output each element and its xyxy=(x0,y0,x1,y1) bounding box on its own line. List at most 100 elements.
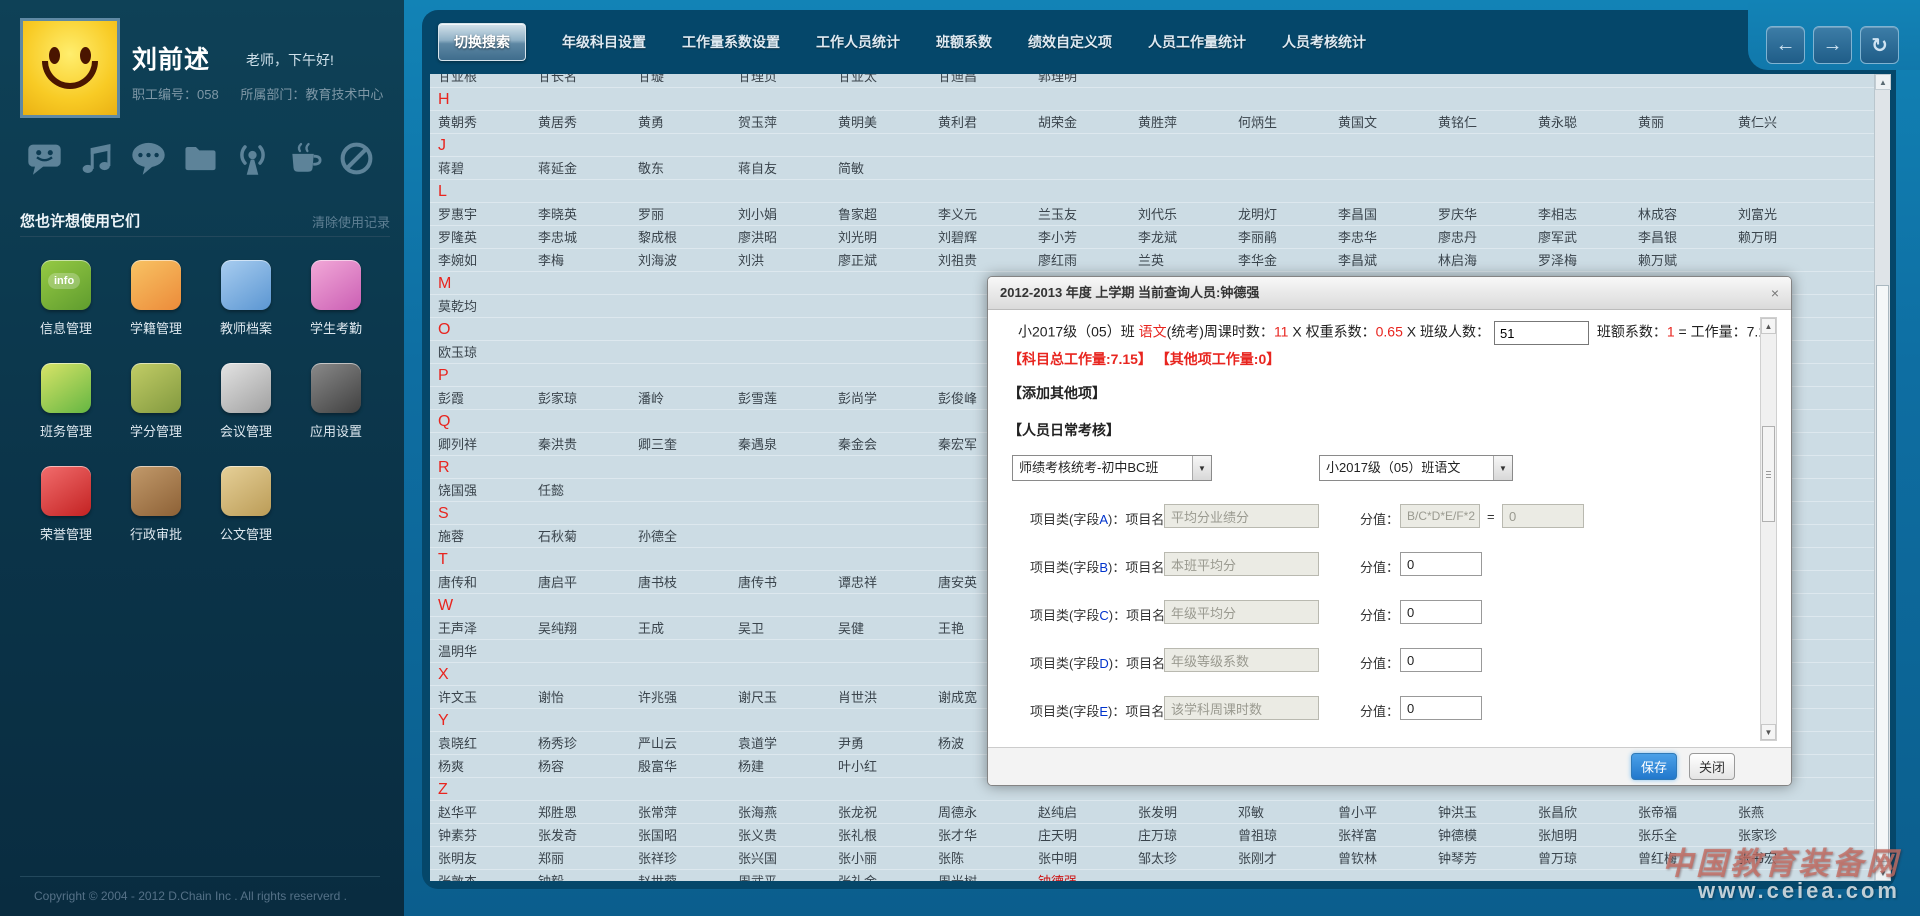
staff-name[interactable]: 施蓉 xyxy=(438,525,464,548)
staff-name[interactable]: 张兴国 xyxy=(738,847,777,870)
staff-name[interactable]: 鲁家超 xyxy=(838,203,877,226)
staff-name[interactable]: 彭俊峰 xyxy=(938,387,977,410)
staff-name[interactable]: 谢怡 xyxy=(538,686,564,709)
staff-name[interactable]: 张发明 xyxy=(1138,801,1177,824)
app-tile-荣誉管理[interactable] xyxy=(41,466,91,516)
tab-工作人员统计[interactable]: 工作人员统计 xyxy=(816,32,900,52)
save-button[interactable]: 保存 xyxy=(1631,753,1677,780)
staff-name[interactable]: 谭忠祥 xyxy=(838,571,877,594)
score-value-input[interactable] xyxy=(1400,696,1482,720)
staff-name[interactable]: 甘璇 xyxy=(638,74,664,88)
staff-name[interactable]: 李忠城 xyxy=(538,226,577,249)
staff-name[interactable]: 尹勇 xyxy=(838,732,864,755)
staff-name[interactable]: 黄国文 xyxy=(1338,111,1377,134)
staff-name[interactable]: 钟素芬 xyxy=(438,824,477,847)
staff-name[interactable]: 贺玉萍 xyxy=(738,111,777,134)
staff-name[interactable]: 杨爽 xyxy=(438,755,464,778)
staff-name[interactable]: 许兆强 xyxy=(638,686,677,709)
staff-name[interactable]: 庄万琼 xyxy=(1138,824,1177,847)
app-label[interactable]: 应用设置 xyxy=(288,421,384,440)
staff-name[interactable]: 曾万琼 xyxy=(1538,847,1577,870)
staff-name[interactable]: 刘海波 xyxy=(638,249,677,272)
staff-name[interactable]: 张燕 xyxy=(1738,801,1764,824)
staff-name[interactable]: 秦遇泉 xyxy=(738,433,777,456)
folder-icon[interactable] xyxy=(182,140,219,177)
staff-name[interactable]: 杨波 xyxy=(938,732,964,755)
app-label[interactable]: 信息管理 xyxy=(18,318,114,337)
staff-name[interactable]: 黄胜萍 xyxy=(1138,111,1177,134)
staff-name[interactable]: 李忠华 xyxy=(1338,226,1377,249)
app-label[interactable]: 公文管理 xyxy=(198,524,294,543)
staff-name[interactable]: 唐传和 xyxy=(438,571,477,594)
staff-name[interactable]: 钟德强 xyxy=(1038,870,1077,881)
staff-name[interactable]: 李丽鹃 xyxy=(1238,226,1277,249)
staff-name[interactable]: 秦宏军 xyxy=(938,433,977,456)
staff-name[interactable]: 石秋菊 xyxy=(538,525,577,548)
staff-name[interactable]: 潘岭 xyxy=(638,387,664,410)
app-tile-班务管理[interactable] xyxy=(41,363,91,413)
modal-scrollbar[interactable]: ▲ ▼ xyxy=(1760,317,1777,741)
staff-name[interactable]: 简敏 xyxy=(838,157,864,180)
app-label[interactable]: 学分管理 xyxy=(108,421,204,440)
staff-name[interactable]: 刘洪 xyxy=(738,249,764,272)
staff-name[interactable]: 刘小娟 xyxy=(738,203,777,226)
app-tile-公文管理[interactable] xyxy=(221,466,271,516)
staff-name[interactable]: 曾红梅 xyxy=(1638,847,1677,870)
close-button[interactable]: 关闭 xyxy=(1689,753,1735,780)
staff-name[interactable]: 谢尺玉 xyxy=(738,686,777,709)
staff-name[interactable]: 张海燕 xyxy=(738,801,777,824)
staff-name[interactable]: 蒋延金 xyxy=(538,157,577,180)
staff-name[interactable]: 胡荣金 xyxy=(1038,111,1077,134)
staff-name[interactable]: 黄居秀 xyxy=(538,111,577,134)
staff-name[interactable]: 张祥珍 xyxy=(638,847,677,870)
back-button[interactable]: ← xyxy=(1766,26,1805,64)
staff-name[interactable]: 甘长名 xyxy=(538,74,577,88)
app-tile-学分管理[interactable] xyxy=(131,363,181,413)
scroll-up-icon[interactable]: ▲ xyxy=(1875,74,1891,90)
staff-name[interactable]: 蒋自友 xyxy=(738,157,777,180)
staff-name[interactable]: 甘理贞 xyxy=(738,74,777,88)
staff-name[interactable]: 张常萍 xyxy=(638,801,677,824)
staff-name[interactable]: 唐启平 xyxy=(538,571,577,594)
app-tile-教师档案[interactable] xyxy=(221,260,271,310)
staff-name[interactable]: 赵华平 xyxy=(438,801,477,824)
staff-name[interactable]: 许文玉 xyxy=(438,686,477,709)
staff-name[interactable]: 严山云 xyxy=(638,732,677,755)
staff-name[interactable]: 张书宏 xyxy=(1738,847,1777,870)
staff-name[interactable]: 龙明灯 xyxy=(1238,203,1277,226)
app-tile-会议管理[interactable] xyxy=(221,363,271,413)
staff-name[interactable]: 刘代乐 xyxy=(1138,203,1177,226)
staff-name[interactable]: 罗泽梅 xyxy=(1538,249,1577,272)
staff-name[interactable]: 赵纯启 xyxy=(1038,801,1077,824)
staff-name[interactable]: 张乐全 xyxy=(1638,824,1677,847)
staff-name[interactable]: 黄丽 xyxy=(1638,111,1664,134)
staff-name[interactable]: 黄仁兴 xyxy=(1738,111,1777,134)
app-label[interactable]: 会议管理 xyxy=(198,421,294,440)
staff-name[interactable]: 李梅 xyxy=(538,249,564,272)
chevron-down-icon[interactable]: ▼ xyxy=(1192,456,1211,480)
staff-name[interactable]: 王艳 xyxy=(938,617,964,640)
staff-name[interactable]: 任懿 xyxy=(538,479,564,502)
staff-name[interactable]: 周光树 xyxy=(938,870,977,881)
staff-name[interactable]: 周武平 xyxy=(738,870,777,881)
staff-name[interactable]: 谢成宽 xyxy=(938,686,977,709)
staff-name[interactable]: 李晓英 xyxy=(538,203,577,226)
staff-name[interactable]: 唐传书 xyxy=(738,571,777,594)
staff-name[interactable]: 蒋碧 xyxy=(438,157,464,180)
app-label[interactable]: 行政审批 xyxy=(108,524,204,543)
staff-name[interactable]: 郑丽 xyxy=(538,847,564,870)
staff-name[interactable]: 王声泽 xyxy=(438,617,477,640)
staff-name[interactable]: 欧玉琼 xyxy=(438,341,477,364)
staff-name[interactable]: 敬东 xyxy=(638,157,664,180)
staff-name[interactable]: 曾小平 xyxy=(1338,801,1377,824)
staff-name[interactable]: 张才华 xyxy=(938,824,977,847)
staff-name[interactable]: 罗丽 xyxy=(638,203,664,226)
staff-name[interactable]: 罗隆英 xyxy=(438,226,477,249)
staff-name[interactable]: 郑胜恩 xyxy=(538,801,577,824)
staff-name[interactable]: 张家珍 xyxy=(1738,824,1777,847)
staff-name[interactable]: 黎成根 xyxy=(638,226,677,249)
staff-name[interactable]: 钟毅 xyxy=(538,870,564,881)
staff-name[interactable]: 黄朝秀 xyxy=(438,111,477,134)
staff-name[interactable]: 李小芳 xyxy=(1038,226,1077,249)
staff-name[interactable]: 唐安英 xyxy=(938,571,977,594)
